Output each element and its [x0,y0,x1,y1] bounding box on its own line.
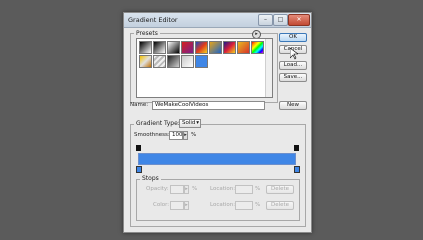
preset-swatch[interactable] [209,41,222,54]
opacity-location-field[interactable] [235,185,253,194]
gradient-type-label: Gradient Type: [134,120,182,127]
preset-swatch[interactable] [167,55,180,68]
delete-opacity-stop-button[interactable]: Delete [266,185,294,194]
presets-list[interactable] [136,38,273,98]
delete-color-stop-button[interactable]: Delete [266,201,294,210]
preset-swatch[interactable] [181,41,194,54]
close-button[interactable]: ✕ [288,14,310,26]
preset-swatch[interactable] [181,55,194,68]
color-stop-right[interactable] [294,166,300,173]
window-title: Gradient Editor [128,16,178,24]
preset-swatch[interactable] [139,55,152,68]
color-stop-left[interactable] [136,166,142,173]
opacity-stop-right[interactable] [294,145,299,151]
chevron-down-icon: ▾ [196,120,199,126]
preset-swatch[interactable] [195,55,208,68]
ok-button[interactable]: OK [279,33,307,42]
opacity-location-unit: % [255,186,261,192]
opacity-stop-left[interactable] [136,145,141,151]
title-bar[interactable]: Gradient Editor – □ ✕ [124,13,311,28]
smoothness-unit: % [191,132,197,138]
color-swatch-field[interactable] [170,201,184,210]
preset-swatch[interactable] [167,41,180,54]
color-label: Color: [153,202,170,208]
preset-swatch[interactable] [251,41,264,54]
smoothness-label: Smoothness: [134,132,170,138]
name-label: Name: [130,102,149,108]
smoothness-arrow-icon[interactable]: ▸ [183,131,188,140]
preset-swatch[interactable] [153,41,166,54]
color-location-field[interactable] [235,201,253,210]
color-arrow-icon[interactable]: ▸ [184,201,189,210]
maximize-button[interactable]: □ [273,14,288,26]
preset-swatch[interactable] [153,55,166,68]
save-button[interactable]: Save... [279,73,307,82]
mouse-cursor-icon [290,48,298,60]
opacity-arrow-icon[interactable]: ▸ [184,185,189,194]
name-field[interactable]: WeMakeCoolVideos [152,101,265,110]
opacity-label: Opacity: [146,186,169,192]
opacity-field[interactable] [170,185,184,194]
preset-swatch[interactable] [223,41,236,54]
preset-swatch[interactable] [237,41,250,54]
gradient-type-select[interactable]: Solid ▾ [179,119,201,128]
gradient-type-value: Solid [182,120,196,126]
presets-scrollbar[interactable] [265,39,272,97]
gradient-preview-bar[interactable] [138,153,296,165]
stops-label: Stops [140,175,161,182]
smoothness-field[interactable]: 100 [169,131,183,140]
color-location-label: Location: [210,202,236,208]
load-button[interactable]: Load... [279,61,307,70]
preset-swatch[interactable] [195,41,208,54]
opacity-unit: % [192,186,198,192]
new-button[interactable]: New [279,101,307,110]
opacity-location-label: Location: [210,186,236,192]
presets-label: Presets [134,30,160,37]
minimize-button[interactable]: – [258,14,273,26]
color-location-unit: % [255,202,261,208]
gradient-editor-dialog: Gradient Editor – □ ✕ Presets ▸ OK Cance… [123,12,312,233]
preset-swatch[interactable] [139,41,152,54]
